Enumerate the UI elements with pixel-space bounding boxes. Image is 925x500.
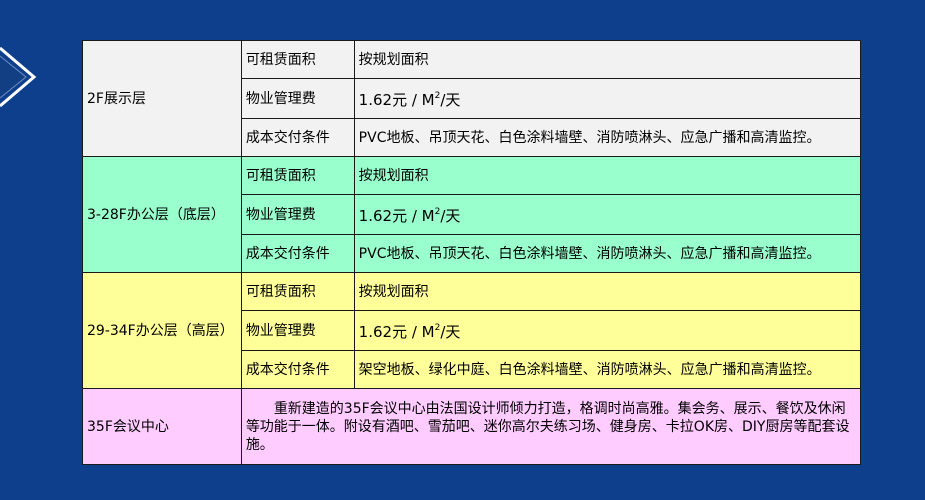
row-label: 成本交付条件 [240, 234, 355, 273]
row-label: 物业管理费 [240, 194, 355, 235]
floor-label: 35F会议中心 [82, 388, 242, 465]
row-value: PVC地板、吊顶天花、白色涂料墙壁、消防喷淋头、应急广播和高清监控。 [353, 234, 862, 273]
row-value: 按规划面积 [353, 156, 862, 195]
floor-label: 2F展示层 [82, 40, 242, 157]
row-label: 成本交付条件 [240, 350, 355, 389]
floor-label: 3-28F办公层（底层） [82, 156, 242, 273]
row-label: 成本交付条件 [240, 118, 355, 157]
row-value: PVC地板、吊顶天花、白色涂料墙壁、消防喷淋头、应急广播和高清监控。 [353, 118, 862, 157]
floor-label: 29-34F办公层（高层） [82, 272, 242, 389]
chevron-right-icon [0, 46, 37, 108]
conference-description: 重新建造的35F会议中心由法国设计师倾力打造，格调时尚高雅。集会务、展示、餐饮及… [240, 388, 862, 465]
row-label: 可租赁面积 [240, 40, 355, 79]
row-value: 1.62元 / M2/天 [353, 78, 862, 119]
row-label: 物业管理费 [240, 310, 355, 351]
table-row: 35F会议中心 重新建造的35F会议中心由法国设计师倾力打造，格调时尚高雅。集会… [82, 388, 862, 465]
row-value: 按规划面积 [353, 40, 862, 79]
row-label: 物业管理费 [240, 78, 355, 119]
leasing-spec-table: 2F展示层 可租赁面积 按规划面积 物业管理费 1.62元 / M2/天 成本交… [82, 40, 862, 465]
table-row: 2F展示层 可租赁面积 按规划面积 [82, 40, 862, 157]
table-row: 29-34F办公层（高层） 可租赁面积 按规划面积 [82, 272, 862, 389]
row-value: 架空地板、绿化中庭、白色涂料墙壁、消防喷淋头、应急广播和高清监控。 [353, 350, 862, 389]
row-value: 1.62元 / M2/天 [353, 194, 862, 235]
table-row: 3-28F办公层（底层） 可租赁面积 按规划面积 [82, 156, 862, 273]
row-value: 按规划面积 [353, 272, 862, 311]
row-label: 可租赁面积 [240, 156, 355, 195]
row-label: 可租赁面积 [240, 272, 355, 311]
row-value: 1.62元 / M2/天 [353, 310, 862, 351]
